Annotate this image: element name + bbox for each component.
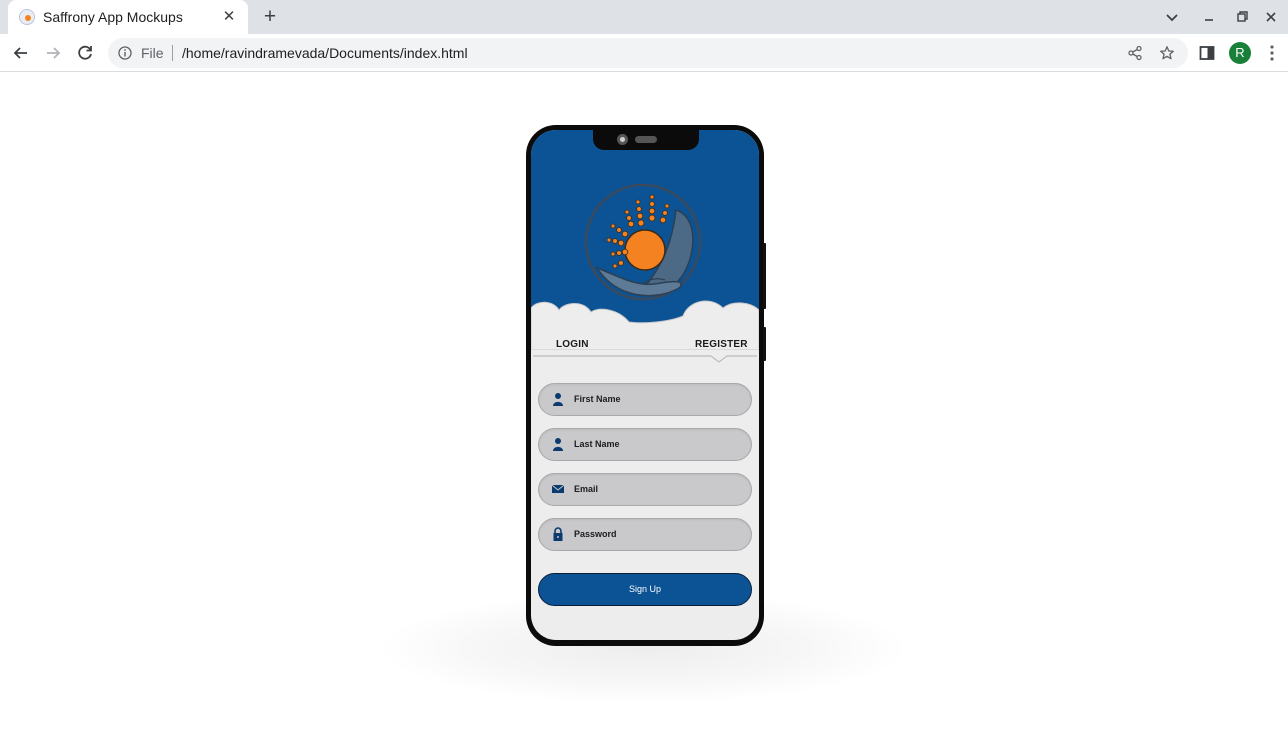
phone-notch [593,130,699,150]
user-icon [553,393,563,406]
last-name-field[interactable] [538,428,752,461]
password-field[interactable] [538,518,752,551]
mail-icon [551,484,565,493]
browser-toolbar: File /home/ravindramevada/Documents/inde… [0,34,1288,72]
first-name-field[interactable] [538,383,752,416]
email-field[interactable] [538,473,752,506]
tab-indicator [533,355,757,363]
star-icon[interactable] [1159,45,1175,61]
favicon-icon [19,9,35,25]
minimize-icon[interactable] [1200,8,1218,26]
tab-search-chevron-icon[interactable] [1163,8,1181,26]
tab-title: Saffrony App Mockups [43,9,183,25]
new-tab-button[interactable]: + [259,6,281,28]
last-name-input[interactable] [574,429,744,459]
first-name-input[interactable] [574,384,744,414]
speaker-grille [635,136,657,143]
email-input[interactable] [574,474,744,504]
close-window-icon[interactable] [1262,8,1280,26]
address-separator [172,45,173,61]
close-tab-icon[interactable]: ✕ [220,8,238,26]
profile-avatar[interactable]: R [1229,42,1251,64]
lock-icon [553,527,563,541]
phone-mockup: LOGIN REGISTER First Name Last Name Emai… [526,125,766,646]
share-icon[interactable] [1127,45,1143,61]
url-text[interactable]: /home/ravindramevada/Documents/index.htm… [182,45,468,61]
back-arrow-icon[interactable] [10,42,32,64]
menu-icon[interactable] [1264,43,1280,63]
forward-arrow-icon[interactable] [42,42,64,64]
password-input[interactable] [574,519,744,549]
browser-tab-bar: Saffrony App Mockups ✕ + [0,0,1288,34]
side-panel-icon[interactable] [1198,44,1216,62]
sign-up-button[interactable]: Sign Up [538,573,752,606]
user-icon [553,438,563,451]
address-bar[interactable]: File /home/ravindramevada/Documents/inde… [108,38,1188,68]
info-icon[interactable] [118,46,132,60]
tab-register[interactable]: REGISTER [695,339,748,350]
phone-side-button [763,243,766,309]
restore-icon[interactable] [1233,8,1251,26]
browser-tab[interactable]: Saffrony App Mockups ✕ [8,0,248,34]
scheme-label: File [141,45,164,61]
phone-screen: LOGIN REGISTER First Name Last Name Emai… [531,130,759,640]
reload-icon[interactable] [74,42,96,64]
camera-icon [617,134,628,145]
saffrony-logo-icon [584,183,702,301]
tab-login[interactable]: LOGIN [556,339,589,350]
phone-side-button [763,327,766,361]
page-content: LOGIN REGISTER First Name Last Name Emai… [0,73,1288,740]
